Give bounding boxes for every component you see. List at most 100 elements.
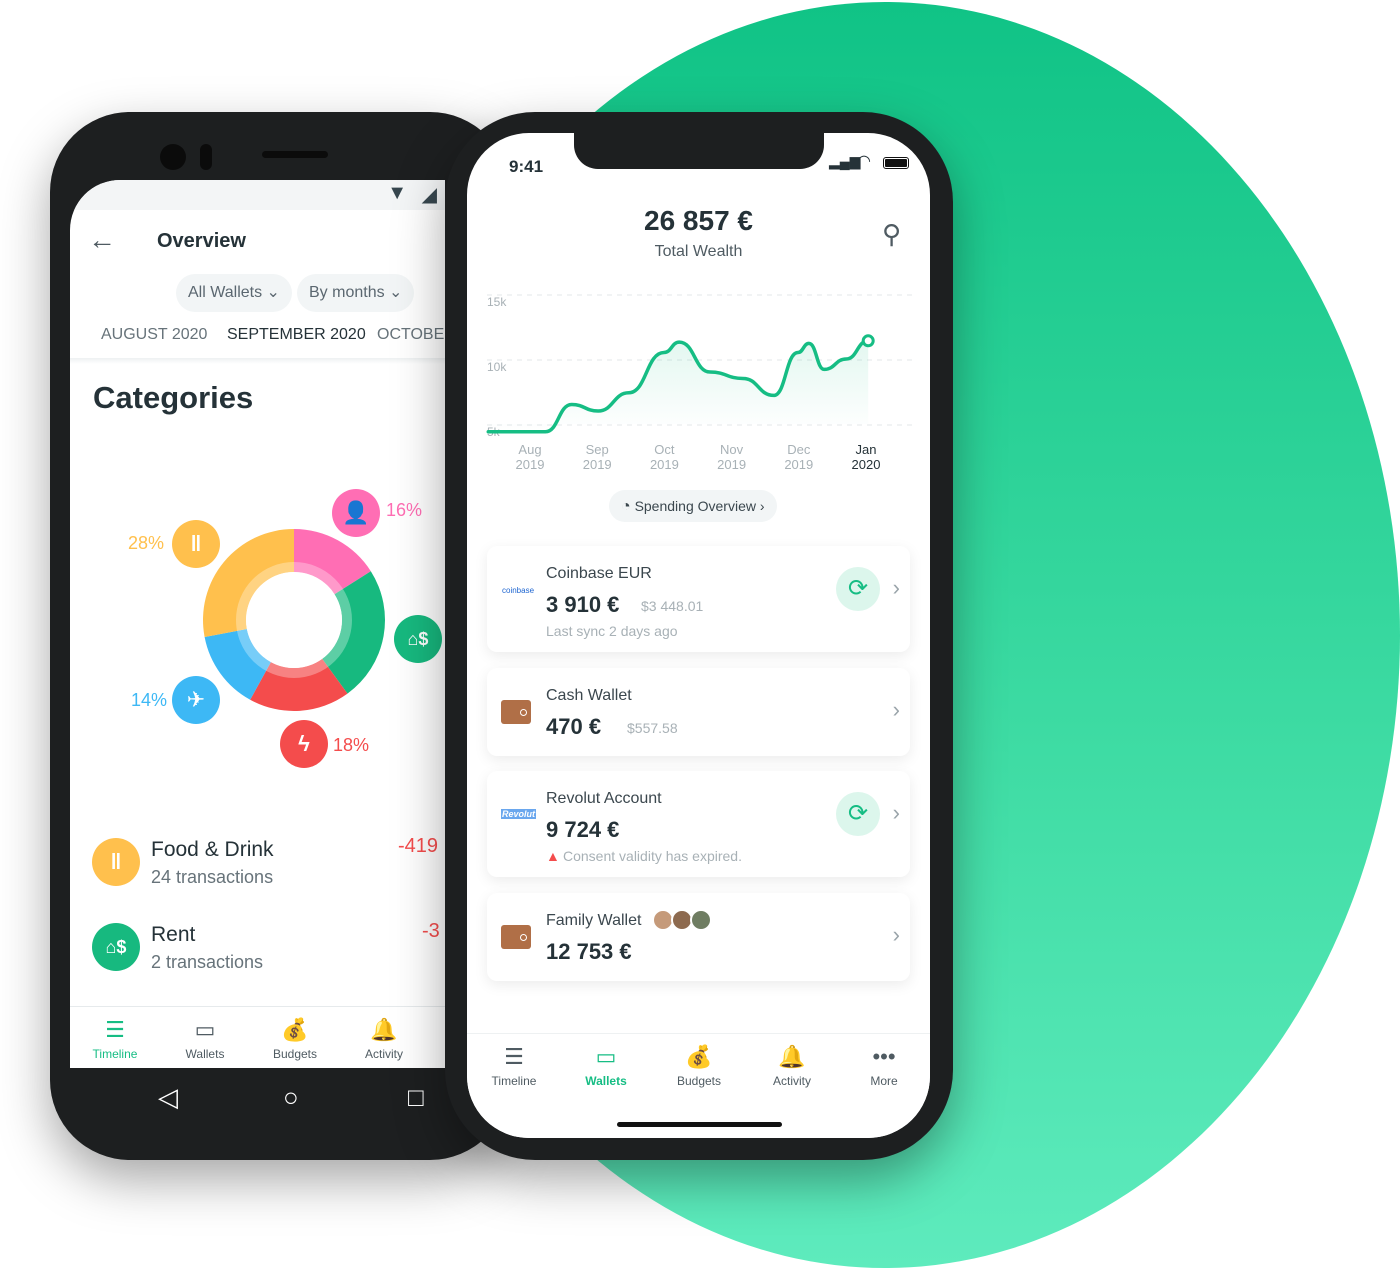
donut-hole <box>246 572 342 668</box>
x-tick-label: Sep <box>586 442 609 457</box>
donut-label-food: 28% <box>128 533 165 553</box>
airplane-icon[interactable]: ✈ <box>172 676 220 724</box>
page-title: Overview <box>157 230 246 252</box>
timeline-icon: ☰ <box>504 1044 524 1069</box>
nav-label: Budgets <box>676 1074 722 1088</box>
chevron-right-icon: › <box>759 498 765 514</box>
money-bag-icon: 💰 <box>685 1044 713 1069</box>
nav-label: Wallets <box>185 1047 225 1061</box>
wallet-card-coinbase[interactable]: coinbase Coinbase EUR 3 910 € $3 448.01 … <box>487 546 910 652</box>
tab-month-september[interactable]: SEPTEMBER 2020 <box>227 326 366 344</box>
wallet-amount: 470 € <box>546 714 602 739</box>
nav-label: Activity <box>364 1047 403 1061</box>
recents-icon[interactable]: □ <box>408 1082 424 1113</box>
wallet-icon <box>501 700 531 724</box>
bell-icon: 🔔 <box>370 1017 398 1042</box>
current-value-point <box>861 334 875 348</box>
wallet-card-family[interactable]: Family Wallet 12 753 € › <box>487 893 910 981</box>
x-tick-label: Aug <box>518 442 541 457</box>
filter-label: By months <box>309 284 385 301</box>
nav-label: Wallets <box>585 1074 627 1088</box>
wallet-icon: ▭ <box>595 1044 617 1069</box>
filter-label: All Wallets <box>188 284 263 301</box>
chevron-right-icon: › <box>892 922 900 947</box>
x-tick-label: 2019 <box>650 457 679 472</box>
x-tick-label: 2020 <box>852 457 881 472</box>
wallet-name: Cash Wallet <box>546 687 632 704</box>
wealth-line-chart: 15k10k5kAug2019Sep2019Oct2019Nov2019Dec2… <box>486 294 912 472</box>
home-icon[interactable]: ○ <box>283 1082 299 1113</box>
speaker <box>262 151 328 158</box>
arrow-left-icon[interactable]: ← <box>88 224 116 256</box>
x-tick-label: Nov <box>720 442 744 457</box>
nav-wallets[interactable]: ▭ Wallets <box>175 1017 235 1061</box>
chevron-right-icon: › <box>892 575 900 600</box>
wallet-name: Revolut Account <box>546 790 662 807</box>
chevron-right-icon: › <box>892 697 900 722</box>
nav-label: Timeline <box>92 1047 138 1061</box>
signal-icon: ◢ <box>421 184 437 206</box>
nav-budgets[interactable]: 💰 Budgets <box>265 1017 325 1061</box>
wallet-amount: 3 910 € <box>546 592 620 617</box>
wallet-sync-note: Last sync 2 days ago <box>546 623 678 639</box>
nav-budgets[interactable]: 💰 Budgets <box>664 1044 734 1088</box>
wallet-amount: 12 753 € <box>546 939 632 964</box>
sync-icon[interactable]: ⟳ <box>836 567 880 611</box>
nav-label: Timeline <box>491 1074 537 1088</box>
search-icon[interactable]: ⚲ <box>882 219 901 250</box>
nav-wallets[interactable]: ▭ Wallets <box>571 1044 641 1088</box>
category-row-rent[interactable]: ⌂$ Rent 2 transactions -3 <box>70 915 445 985</box>
wallet-card-cash[interactable]: Cash Wallet 470 € $557.58 › <box>487 668 910 756</box>
sensor <box>200 144 212 170</box>
wallet-name: Family Wallet <box>546 912 642 929</box>
x-tick-label: Jan <box>856 442 877 457</box>
lightning-icon[interactable]: ϟ <box>280 720 328 768</box>
nav-more[interactable]: ••• More <box>849 1044 919 1088</box>
category-row-food[interactable]: ǁ Food & Drink 24 transactions -419 <box>70 830 445 900</box>
wallet-icon: ▭ <box>194 1017 216 1042</box>
wallet-card-revolut[interactable]: Revolut Revolut Account 9 724 € ▲ Consen… <box>487 771 910 877</box>
house-dollar-icon: ⌂$ <box>92 923 140 971</box>
house-dollar-icon[interactable]: ⌂$ <box>394 615 442 663</box>
x-tick-label: 2019 <box>583 457 612 472</box>
status-bar: ▼ ◢ <box>70 180 445 210</box>
wallet-name: Coinbase EUR <box>546 565 652 582</box>
bottom-nav: ☰ Timeline ▭ Wallets 💰 Budgets 🔔 Activity <box>70 1006 445 1068</box>
wifi-icon: ◠ <box>857 153 871 170</box>
wallet-icon <box>501 925 531 949</box>
donut-label-travel: 14% <box>131 690 168 710</box>
x-tick-label: 2019 <box>516 457 545 472</box>
chevron-down-icon: ⌄ <box>389 284 403 301</box>
fork-knife-icon[interactable]: ǁ <box>172 520 220 568</box>
money-bag-icon: 💰 <box>281 1017 309 1042</box>
nav-activity[interactable]: 🔔 Activity <box>757 1044 827 1088</box>
category-amount: -419 <box>398 835 439 857</box>
pie-chart-icon: ◔ <box>621 498 631 515</box>
nav-timeline[interactable]: ☰ Timeline <box>479 1044 549 1088</box>
spending-overview-button[interactable]: ◔ Spending Overview › <box>609 490 777 522</box>
back-icon[interactable]: ◁ <box>158 1082 178 1113</box>
category-name: Food & Drink <box>151 838 274 861</box>
by-months-filter[interactable]: By months ⌄ <box>297 274 415 312</box>
divider <box>70 358 445 364</box>
wallet-converted: $557.58 <box>627 720 678 736</box>
all-wallets-filter[interactable]: All Wallets ⌄ <box>176 274 292 312</box>
status-time: 9:41 <box>509 157 544 176</box>
person-icon[interactable]: 👤 <box>332 489 380 537</box>
revolut-logo: Revolut <box>501 809 537 819</box>
nav-activity[interactable]: 🔔 Activity <box>354 1017 414 1061</box>
nav-timeline[interactable]: ☰ Timeline <box>85 1017 145 1061</box>
android-screen: ▼ ◢ ← Overview All Wallets ⌄ By months ⌄… <box>70 180 445 1068</box>
wealth-area <box>488 340 869 432</box>
section-title: Categories <box>93 380 254 415</box>
x-tick-label: Oct <box>654 442 675 457</box>
sync-icon[interactable]: ⟳ <box>836 792 880 836</box>
nav-label: Budgets <box>272 1047 318 1061</box>
tab-month-october[interactable]: OCTOBER 2020 <box>377 326 445 344</box>
battery-icon <box>883 157 909 169</box>
y-tick-label: 15k <box>487 295 507 309</box>
fork-knife-icon: ǁ <box>92 838 140 886</box>
x-tick-label: Dec <box>787 442 811 457</box>
category-name: Rent <box>151 923 196 946</box>
tab-month-august[interactable]: AUGUST 2020 <box>101 326 207 344</box>
